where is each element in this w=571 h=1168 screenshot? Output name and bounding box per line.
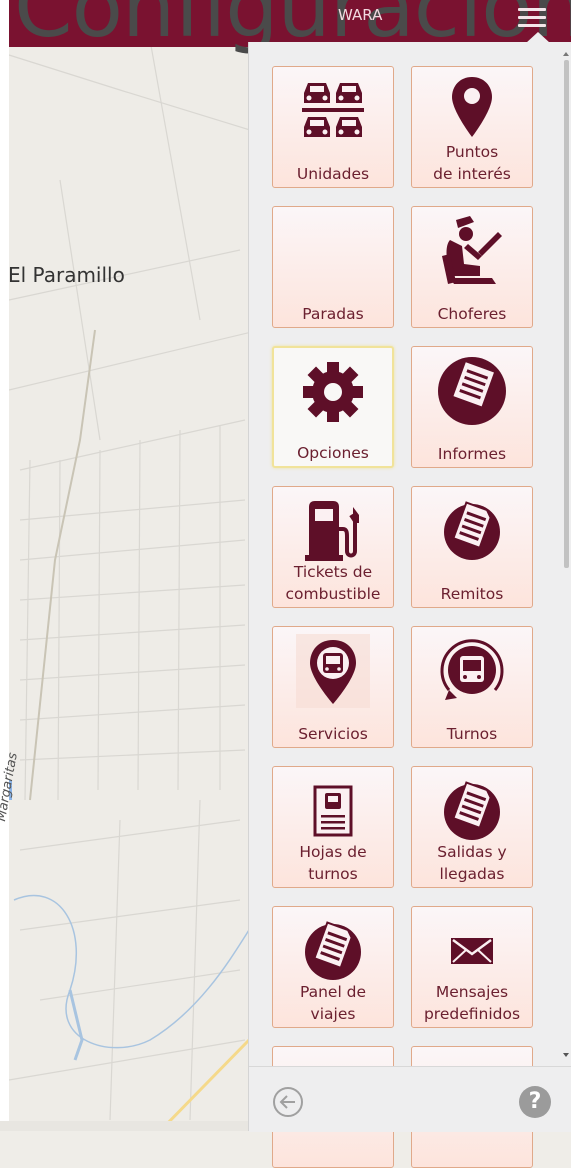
tile-paradas[interactable]: Paradas [272,206,394,328]
report-icon [412,355,532,427]
help-button[interactable]: ? [519,1086,551,1118]
tile-servicios[interactable]: Servicios [272,626,394,748]
bus-sheet-icon [273,781,393,841]
document-icon [412,775,532,847]
tile-label: Panel de viajes [299,983,367,1023]
tile-label: Choferes [437,305,507,323]
tile-unidades[interactable]: Unidades [272,66,394,188]
gear-icon [274,356,392,428]
document-icon [273,915,393,987]
tile-puntos-de-interes[interactable]: Puntos de interés [411,66,533,188]
scroll-up-icon[interactable] [563,52,569,56]
back-arrow-icon[interactable] [272,1086,304,1118]
tile-label: Remitos [440,585,504,603]
tile-choferes[interactable]: Choferes [411,206,533,328]
user-label: WARA [338,6,383,24]
map-pin-icon [412,71,532,143]
tile-label: Turnos [446,725,498,743]
tile-label: Hojas de turnos [299,843,367,883]
scrollbar-thumb[interactable] [564,60,569,568]
tile-remitos[interactable]: Remitos [411,486,533,608]
vehicles-icon [273,75,393,147]
bus-cycle-icon [412,635,532,707]
document-icon [412,495,532,567]
tile-hojas-de-turnos[interactable]: Hojas de turnos [272,766,394,888]
tile-label: Tickets de combustible [285,563,381,603]
driver-icon [412,215,532,287]
tile-label: Informes [437,445,507,463]
tile-salidas-y-llegadas[interactable]: Salidas y llegadas [411,766,533,888]
tile-label: Salidas y llegadas [437,843,507,883]
hamburger-icon[interactable] [518,8,546,30]
map-place-label: El Paramillo [8,263,125,287]
tile-opciones[interactable]: Opciones [272,346,394,468]
tile-label: Puntos de interés [433,143,511,183]
envelope-icon [412,915,532,987]
tile-informes[interactable]: Informes [411,346,533,468]
fuel-pump-icon [273,497,393,563]
tile-panel-de-viajes[interactable]: Panel de viajes [272,906,394,1028]
tile-label: Paradas [302,305,364,323]
tile-mensajes-predefinidos[interactable]: Mensajes predefinidos [411,906,533,1028]
tile-label: Mensajes predefinidos [423,983,521,1023]
tile-turnos[interactable]: Turnos [411,626,533,748]
tile-tickets-de-combustible[interactable]: Tickets de combustible [272,486,394,608]
tile-label: Opciones [297,444,369,462]
window-edge [0,0,9,1131]
map-bottom-strip [0,1121,249,1131]
tile-label: Servicios [298,725,368,743]
bus-pin-icon [273,634,393,708]
tile-label: Unidades [296,165,370,183]
scroll-down-icon[interactable] [563,1053,569,1057]
